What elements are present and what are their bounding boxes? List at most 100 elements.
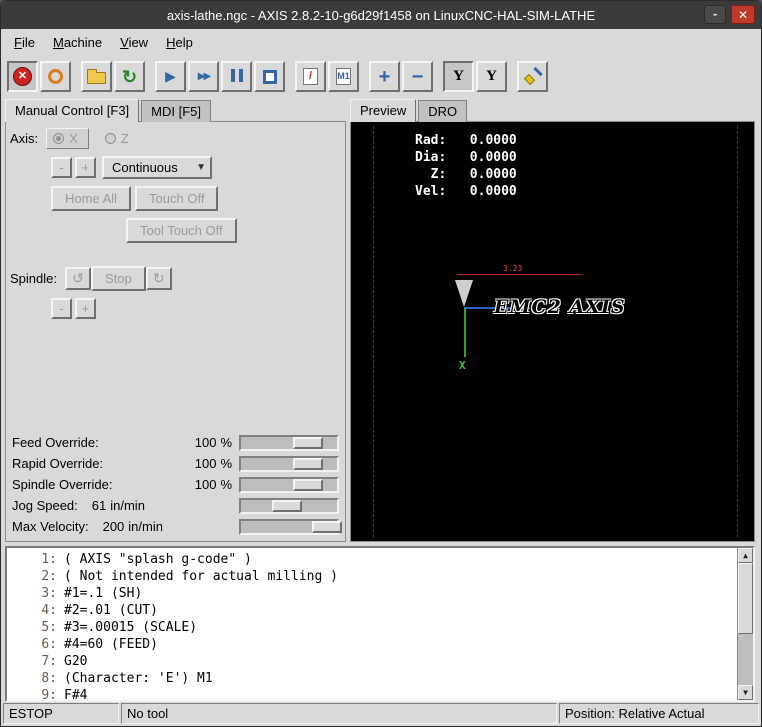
close-button[interactable]: ✕ <box>731 5 755 24</box>
view-y2-icon: Y <box>486 68 497 85</box>
spindle-minus-button[interactable]: - <box>51 298 72 319</box>
tab-preview[interactable]: Preview <box>350 99 416 122</box>
titlebar[interactable]: axis-lathe.ngc - AXIS 2.8.2-10-g6d29f145… <box>1 1 761 29</box>
toolbar: ✕ ↻ ▶ ▶▶ / M1 + − Y Y <box>1 56 761 97</box>
feed-override-unit: % <box>220 435 232 450</box>
tab-dro[interactable]: DRO <box>418 100 467 122</box>
power-icon <box>48 69 63 84</box>
scroll-thumb[interactable] <box>738 563 753 634</box>
run-button[interactable]: ▶ <box>155 61 186 92</box>
menu-file[interactable]: File <box>5 31 44 54</box>
home-all-button[interactable]: Home All <box>51 186 131 211</box>
spindle-stop-button[interactable]: Stop <box>91 266 146 291</box>
menu-view[interactable]: View <box>111 31 157 54</box>
app-window: axis-lathe.ngc - AXIS 2.8.2-10-g6d29f145… <box>0 0 762 727</box>
jog-increment-select[interactable]: Continuous ▼ <box>102 156 212 179</box>
jog-speed-unit: in/min <box>110 498 145 513</box>
manual-control-body: Axis: X Z - + Continuous ▼ <box>5 121 346 542</box>
gcode-listing[interactable]: 1:( AXIS "splash g-code" ) 2:( Not inten… <box>5 546 755 702</box>
feed-override-label: Feed Override: <box>12 435 99 450</box>
tab-mdi[interactable]: MDI [F5] <box>141 100 211 122</box>
reload-file-button[interactable]: ↻ <box>114 61 145 92</box>
jog-increment-value: Continuous <box>112 160 178 175</box>
dimension-line <box>457 274 581 275</box>
clear-plot-button[interactable] <box>517 61 548 92</box>
gcode-line: 8:(Character: 'E') M1 <box>19 670 733 687</box>
toolbar-group-view: Y Y <box>443 61 507 92</box>
menu-help[interactable]: Help <box>157 31 202 54</box>
view-y-button[interactable]: Y <box>443 61 474 92</box>
control-panel: Manual Control [F3] MDI [F5] Axis: X Z <box>5 97 346 542</box>
axis-x-label: X <box>69 131 78 146</box>
spindle-override-unit: % <box>220 477 232 492</box>
home-row: Home All Touch Off <box>51 186 341 211</box>
estop-button[interactable]: ✕ <box>7 61 38 92</box>
axis-z-label: Z <box>121 131 129 146</box>
tab-manual-control[interactable]: Manual Control [F3] <box>5 99 139 122</box>
tool-touch-off-button[interactable]: Tool Touch Off <box>126 218 237 243</box>
view-y2-button[interactable]: Y <box>476 61 507 92</box>
stop-button[interactable] <box>254 61 285 92</box>
toolbar-group-toggles: / M1 <box>295 61 359 92</box>
spindle-ccw-icon: ↺ <box>72 270 84 286</box>
jog-minus-button[interactable]: - <box>51 157 72 178</box>
slider-handle[interactable] <box>293 458 323 470</box>
toolbar-group-clear <box>517 61 548 92</box>
jog-speed-slider[interactable] <box>239 498 339 514</box>
scroll-track[interactable] <box>738 563 753 685</box>
gcode-line: 7:G20 <box>19 653 733 670</box>
touch-off-button[interactable]: Touch Off <box>135 186 218 211</box>
spindle-label: Spindle: <box>10 271 57 286</box>
spindle-reverse-button[interactable]: ↺ <box>65 267 91 290</box>
toolbar-group-zoom: + − <box>369 61 433 92</box>
open-file-button[interactable] <box>81 61 112 92</box>
slider-handle[interactable] <box>293 437 323 449</box>
toolbar-group-run: ▶ ▶▶ <box>155 61 285 92</box>
pause-button[interactable] <box>221 61 252 92</box>
x-axis-line <box>464 308 466 357</box>
spindle-override-slider[interactable] <box>239 477 339 493</box>
machine-limit-right <box>737 126 738 537</box>
rapid-override-slider[interactable] <box>239 456 339 472</box>
zoom-in-button[interactable]: + <box>369 61 400 92</box>
gcode-line: 3:#1=.1 (SH) <box>19 585 733 602</box>
preview-dro-readout: Rad: 0.0000Dia: 0.0000 Z: 0.0000Vel: 0.0… <box>415 132 517 200</box>
rapid-override-value: 100 <box>195 456 217 471</box>
axis-z-radio[interactable]: Z <box>99 129 139 148</box>
max-velocity-slider[interactable] <box>239 519 339 535</box>
slider-handle[interactable] <box>272 500 302 512</box>
slider-handle[interactable] <box>293 479 323 491</box>
zoom-out-button[interactable]: − <box>402 61 433 92</box>
preview-canvas[interactable]: Rad: 0.0000Dia: 0.0000 Z: 0.0000Vel: 0.0… <box>351 122 754 541</box>
axis-x-radio[interactable]: X <box>46 128 89 149</box>
statusbar: ESTOP No tool Position: Relative Actual <box>1 702 761 726</box>
machine-power-button[interactable] <box>40 61 71 92</box>
step-button[interactable]: ▶▶ <box>188 61 219 92</box>
jog-speed-label: Jog Speed: <box>12 498 78 513</box>
jog-plus-button[interactable]: + <box>75 157 96 178</box>
tool-cone-icon <box>455 280 473 307</box>
spindle-cw-icon: ↻ <box>153 270 165 286</box>
jog-row: - + Continuous ▼ <box>51 156 341 179</box>
scroll-down-arrow[interactable]: ▼ <box>738 685 753 700</box>
rapid-override-row: Rapid Override: 100 % <box>10 453 341 474</box>
gcode-scrollbar[interactable]: ▲ ▼ <box>737 548 753 700</box>
chevron-down-icon: ▼ <box>196 162 206 173</box>
machine-limit-left <box>373 126 374 537</box>
zoom-out-icon: − <box>412 68 424 86</box>
minimize-button[interactable]: - <box>704 5 726 24</box>
feed-override-slider[interactable] <box>239 435 339 451</box>
main-area: Manual Control [F3] MDI [F5] Axis: X Z <box>1 97 761 544</box>
gcode-line: 1:( AXIS "splash g-code" ) <box>19 551 733 568</box>
scroll-up-arrow[interactable]: ▲ <box>738 548 753 563</box>
spindle-plus-button[interactable]: + <box>75 298 96 319</box>
spindle-forward-button[interactable]: ↻ <box>146 267 172 290</box>
status-tool: No tool <box>121 703 557 724</box>
toolbar-group-machine: ✕ <box>7 61 71 92</box>
skip-lines-toggle[interactable]: / <box>295 61 326 92</box>
radio-checked-icon <box>53 133 64 144</box>
optional-stop-toggle[interactable]: M1 <box>328 61 359 92</box>
slider-handle[interactable] <box>312 521 342 533</box>
menu-machine[interactable]: Machine <box>44 31 111 54</box>
optional-stop-icon: M1 <box>336 68 351 85</box>
